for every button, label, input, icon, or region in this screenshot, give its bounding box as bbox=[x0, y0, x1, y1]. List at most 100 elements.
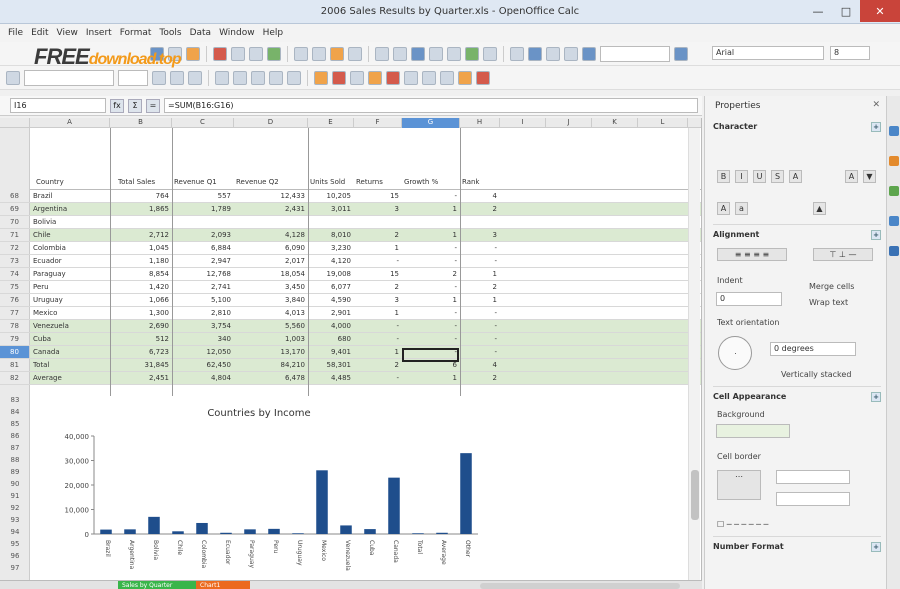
gallery-icon[interactable] bbox=[564, 46, 578, 61]
table-cell[interactable] bbox=[463, 216, 497, 228]
strikethrough-button[interactable]: S bbox=[771, 170, 784, 183]
print-preview-icon[interactable] bbox=[249, 46, 263, 61]
menu-edit[interactable]: Edit bbox=[31, 28, 48, 38]
table-cell[interactable]: 1,003 bbox=[237, 333, 305, 345]
table-cell[interactable]: 1 bbox=[357, 307, 399, 319]
fill-color-button[interactable]: ▲ bbox=[813, 202, 826, 215]
row-number[interactable]: 78 bbox=[0, 320, 30, 332]
bar[interactable] bbox=[412, 533, 424, 534]
bar[interactable] bbox=[388, 477, 400, 534]
table-cell[interactable]: 8,010 bbox=[311, 229, 351, 241]
styles-icon[interactable] bbox=[6, 70, 20, 85]
find-icon[interactable] bbox=[528, 46, 542, 61]
column-header-k[interactable]: K bbox=[592, 118, 638, 128]
row-number[interactable]: 92 bbox=[0, 502, 30, 514]
horizontal-scrollbar[interactable] bbox=[480, 583, 680, 589]
table-cell[interactable]: 18,054 bbox=[237, 268, 306, 280]
menu-file[interactable]: File bbox=[8, 28, 23, 38]
select-all-corner[interactable] bbox=[0, 118, 30, 128]
table-cell[interactable]: Ecuador bbox=[33, 255, 107, 267]
number-format-icon[interactable] bbox=[350, 70, 364, 85]
navigator-deck-icon[interactable] bbox=[889, 216, 899, 226]
table-cell[interactable]: Peru bbox=[33, 281, 107, 293]
table-cell[interactable]: 2 bbox=[463, 281, 497, 293]
horizontal-align-buttons[interactable]: ≡ ≡ ≡ ≡ bbox=[717, 248, 787, 261]
row-number[interactable]: 91 bbox=[0, 490, 30, 502]
table-cell[interactable]: 4,000 bbox=[311, 320, 351, 332]
table-cell[interactable]: - bbox=[405, 320, 457, 332]
table-cell[interactable]: 2 bbox=[357, 229, 399, 241]
row-number[interactable]: 96 bbox=[0, 550, 30, 562]
table-cell[interactable]: 13,170 bbox=[237, 346, 306, 358]
table-cell[interactable]: 4,485 bbox=[311, 372, 351, 384]
styles-deck-icon[interactable] bbox=[889, 156, 899, 166]
column-header-b[interactable]: B bbox=[110, 118, 172, 128]
align-right-icon[interactable] bbox=[251, 70, 265, 85]
table-cell[interactable]: 2 bbox=[357, 359, 399, 371]
table-cell[interactable]: - bbox=[463, 307, 497, 319]
column-header-h[interactable]: H bbox=[460, 118, 500, 128]
table-cell[interactable]: - bbox=[405, 242, 457, 254]
bold-icon[interactable] bbox=[152, 70, 166, 85]
border-style-picker[interactable]: ⋯ bbox=[717, 470, 761, 500]
more-options-icon[interactable]: + bbox=[871, 230, 881, 240]
section-number-format[interactable]: Number Format + bbox=[713, 542, 881, 552]
row-number[interactable]: 68 bbox=[0, 190, 30, 202]
datasource-icon[interactable] bbox=[582, 46, 596, 61]
column-header-g[interactable]: G bbox=[402, 118, 460, 128]
table-cell[interactable]: 2,901 bbox=[311, 307, 351, 319]
align-center-icon[interactable] bbox=[233, 70, 247, 85]
table-cell[interactable]: 58,301 bbox=[311, 359, 352, 371]
table-cell[interactable]: 1,180 bbox=[113, 255, 169, 267]
row-number[interactable]: 70 bbox=[0, 216, 30, 228]
indent-field[interactable]: 0 bbox=[716, 292, 782, 306]
table-cell[interactable]: Brazil bbox=[33, 190, 107, 202]
table-cell[interactable]: 9,401 bbox=[311, 346, 351, 358]
table-cell[interactable]: - bbox=[357, 320, 399, 332]
table-cell[interactable]: Argentina bbox=[33, 203, 107, 215]
cell-border-options[interactable]: ☐ ─ ─ ─ ─ ─ ─ bbox=[717, 520, 768, 529]
table-cell[interactable] bbox=[405, 216, 457, 228]
table-cell[interactable]: 19,008 bbox=[311, 268, 352, 280]
add-decimal-icon[interactable] bbox=[368, 70, 382, 85]
print-icon[interactable] bbox=[231, 46, 245, 61]
close-button[interactable]: ✕ bbox=[860, 0, 900, 22]
background-color-icon[interactable] bbox=[458, 70, 472, 85]
table-cell[interactable]: 2 bbox=[405, 268, 457, 280]
table-cell[interactable]: - bbox=[463, 255, 497, 267]
table-cell[interactable]: 2,712 bbox=[113, 229, 169, 241]
menu-tools[interactable]: Tools bbox=[159, 28, 181, 38]
percent-icon[interactable] bbox=[332, 70, 346, 85]
spreadsheet-grid[interactable]: A B C D E F G H I J K L Country Total Sa… bbox=[0, 118, 702, 580]
pivot-icon[interactable] bbox=[483, 46, 497, 61]
table-cell[interactable]: 2,947 bbox=[175, 255, 231, 267]
column-header-j[interactable]: J bbox=[546, 118, 592, 128]
table-cell[interactable]: 3,754 bbox=[175, 320, 231, 332]
table-cell[interactable]: 2,093 bbox=[175, 229, 231, 241]
row-number[interactable]: 89 bbox=[0, 466, 30, 478]
row-number[interactable]: 93 bbox=[0, 514, 30, 526]
table-cell[interactable]: 1 bbox=[405, 229, 457, 241]
table-cell[interactable]: 12,433 bbox=[237, 190, 306, 202]
row-number[interactable]: 75 bbox=[0, 281, 30, 293]
table-cell[interactable]: 12,768 bbox=[175, 268, 232, 280]
table-cell[interactable]: 4,120 bbox=[311, 255, 351, 267]
bar[interactable] bbox=[364, 529, 376, 534]
vertical-scrollbar[interactable] bbox=[688, 128, 700, 580]
sheet-tab-sales[interactable]: Sales by Quarter bbox=[118, 581, 196, 589]
clone-icon[interactable] bbox=[348, 46, 362, 61]
row-number[interactable]: 74 bbox=[0, 268, 30, 280]
row-number[interactable]: 80 bbox=[0, 346, 30, 358]
border-line-style[interactable] bbox=[776, 470, 850, 484]
table-cell[interactable]: 3 bbox=[357, 294, 399, 306]
font-color-icon[interactable] bbox=[476, 70, 490, 85]
table-cell[interactable]: 1 bbox=[357, 346, 399, 358]
row-number[interactable]: 82 bbox=[0, 372, 30, 384]
table-cell[interactable]: 6,723 bbox=[113, 346, 169, 358]
border-line-color[interactable] bbox=[776, 492, 850, 506]
table-cell[interactable]: Venezuela bbox=[33, 320, 107, 332]
row-number[interactable]: 84 bbox=[0, 406, 30, 418]
table-cell[interactable]: - bbox=[405, 333, 457, 345]
bar[interactable] bbox=[436, 532, 448, 534]
table-cell[interactable]: 3 bbox=[357, 203, 399, 215]
